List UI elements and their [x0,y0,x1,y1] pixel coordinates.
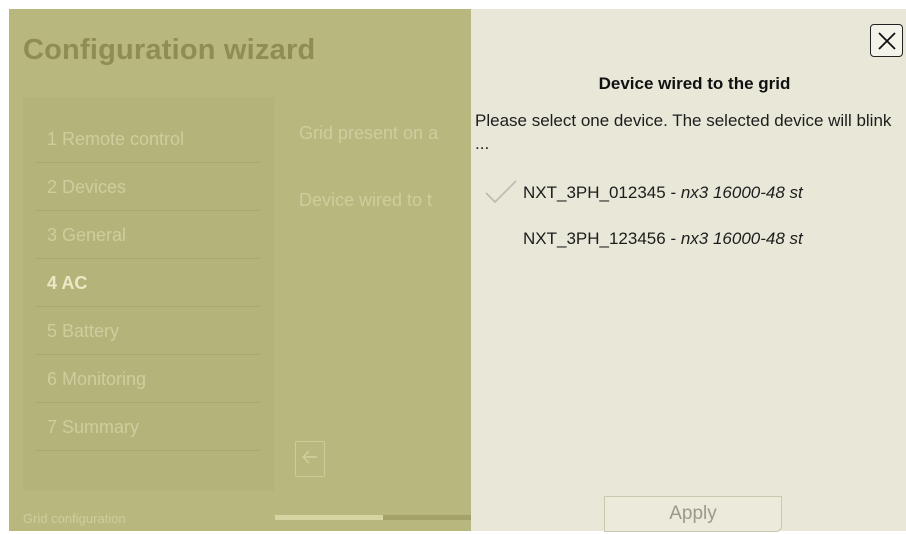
back-button[interactable] [295,441,325,477]
step-battery[interactable]: 5 Battery [35,307,259,355]
device-label: NXT_3PH_012345 - nx3 16000-48 st [523,183,803,203]
steps-panel: 1 Remote control 2 Devices 3 General 4 A… [23,97,274,491]
close-button[interactable] [870,24,903,57]
device-name: NXT_3PH_012345 [523,183,666,202]
step-ac[interactable]: 4 AC [35,259,259,307]
arrow-left-icon [302,447,318,469]
wizard-background: Configuration wizard 1 Remote control 2 … [9,9,471,531]
device-separator: - [665,229,681,248]
apply-button[interactable]: Apply [604,496,782,532]
step-summary[interactable]: 7 Summary [35,403,259,451]
device-model: nx3 16000-48 st [680,229,803,248]
device-wired-label: Device wired to t [299,190,433,210]
dialog-instructions: Please select one device. The selected d… [475,111,892,153]
check-icon [485,179,517,210]
dialog-title: Device wired to the grid [598,74,791,93]
device-option[interactable]: NXT_3PH_012345 - nx3 16000-48 st [471,177,906,211]
device-select-dialog: Device wired to the grid Please select o… [471,9,906,532]
step-remote-control[interactable]: 1 Remote control [35,115,259,163]
progress-fill [275,515,383,520]
device-separator: - [665,183,681,202]
step-monitoring[interactable]: 6 Monitoring [35,355,259,403]
progress-bar [275,515,471,520]
app-window: Configuration wizard 1 Remote control 2 … [0,0,906,534]
wizard-title: Configuration wizard [23,34,316,66]
status-text: Grid configuration [23,511,126,526]
device-name: NXT_3PH_123456 [523,229,666,248]
step-devices[interactable]: 2 Devices [35,163,259,211]
device-model: nx3 16000-48 st [680,183,803,202]
device-option[interactable]: NXT_3PH_123456 - nx3 16000-48 st [471,223,906,257]
step-general[interactable]: 3 General [35,211,259,259]
grid-present-label: Grid present on a [299,123,439,143]
device-label: NXT_3PH_123456 - nx3 16000-48 st [523,229,803,249]
